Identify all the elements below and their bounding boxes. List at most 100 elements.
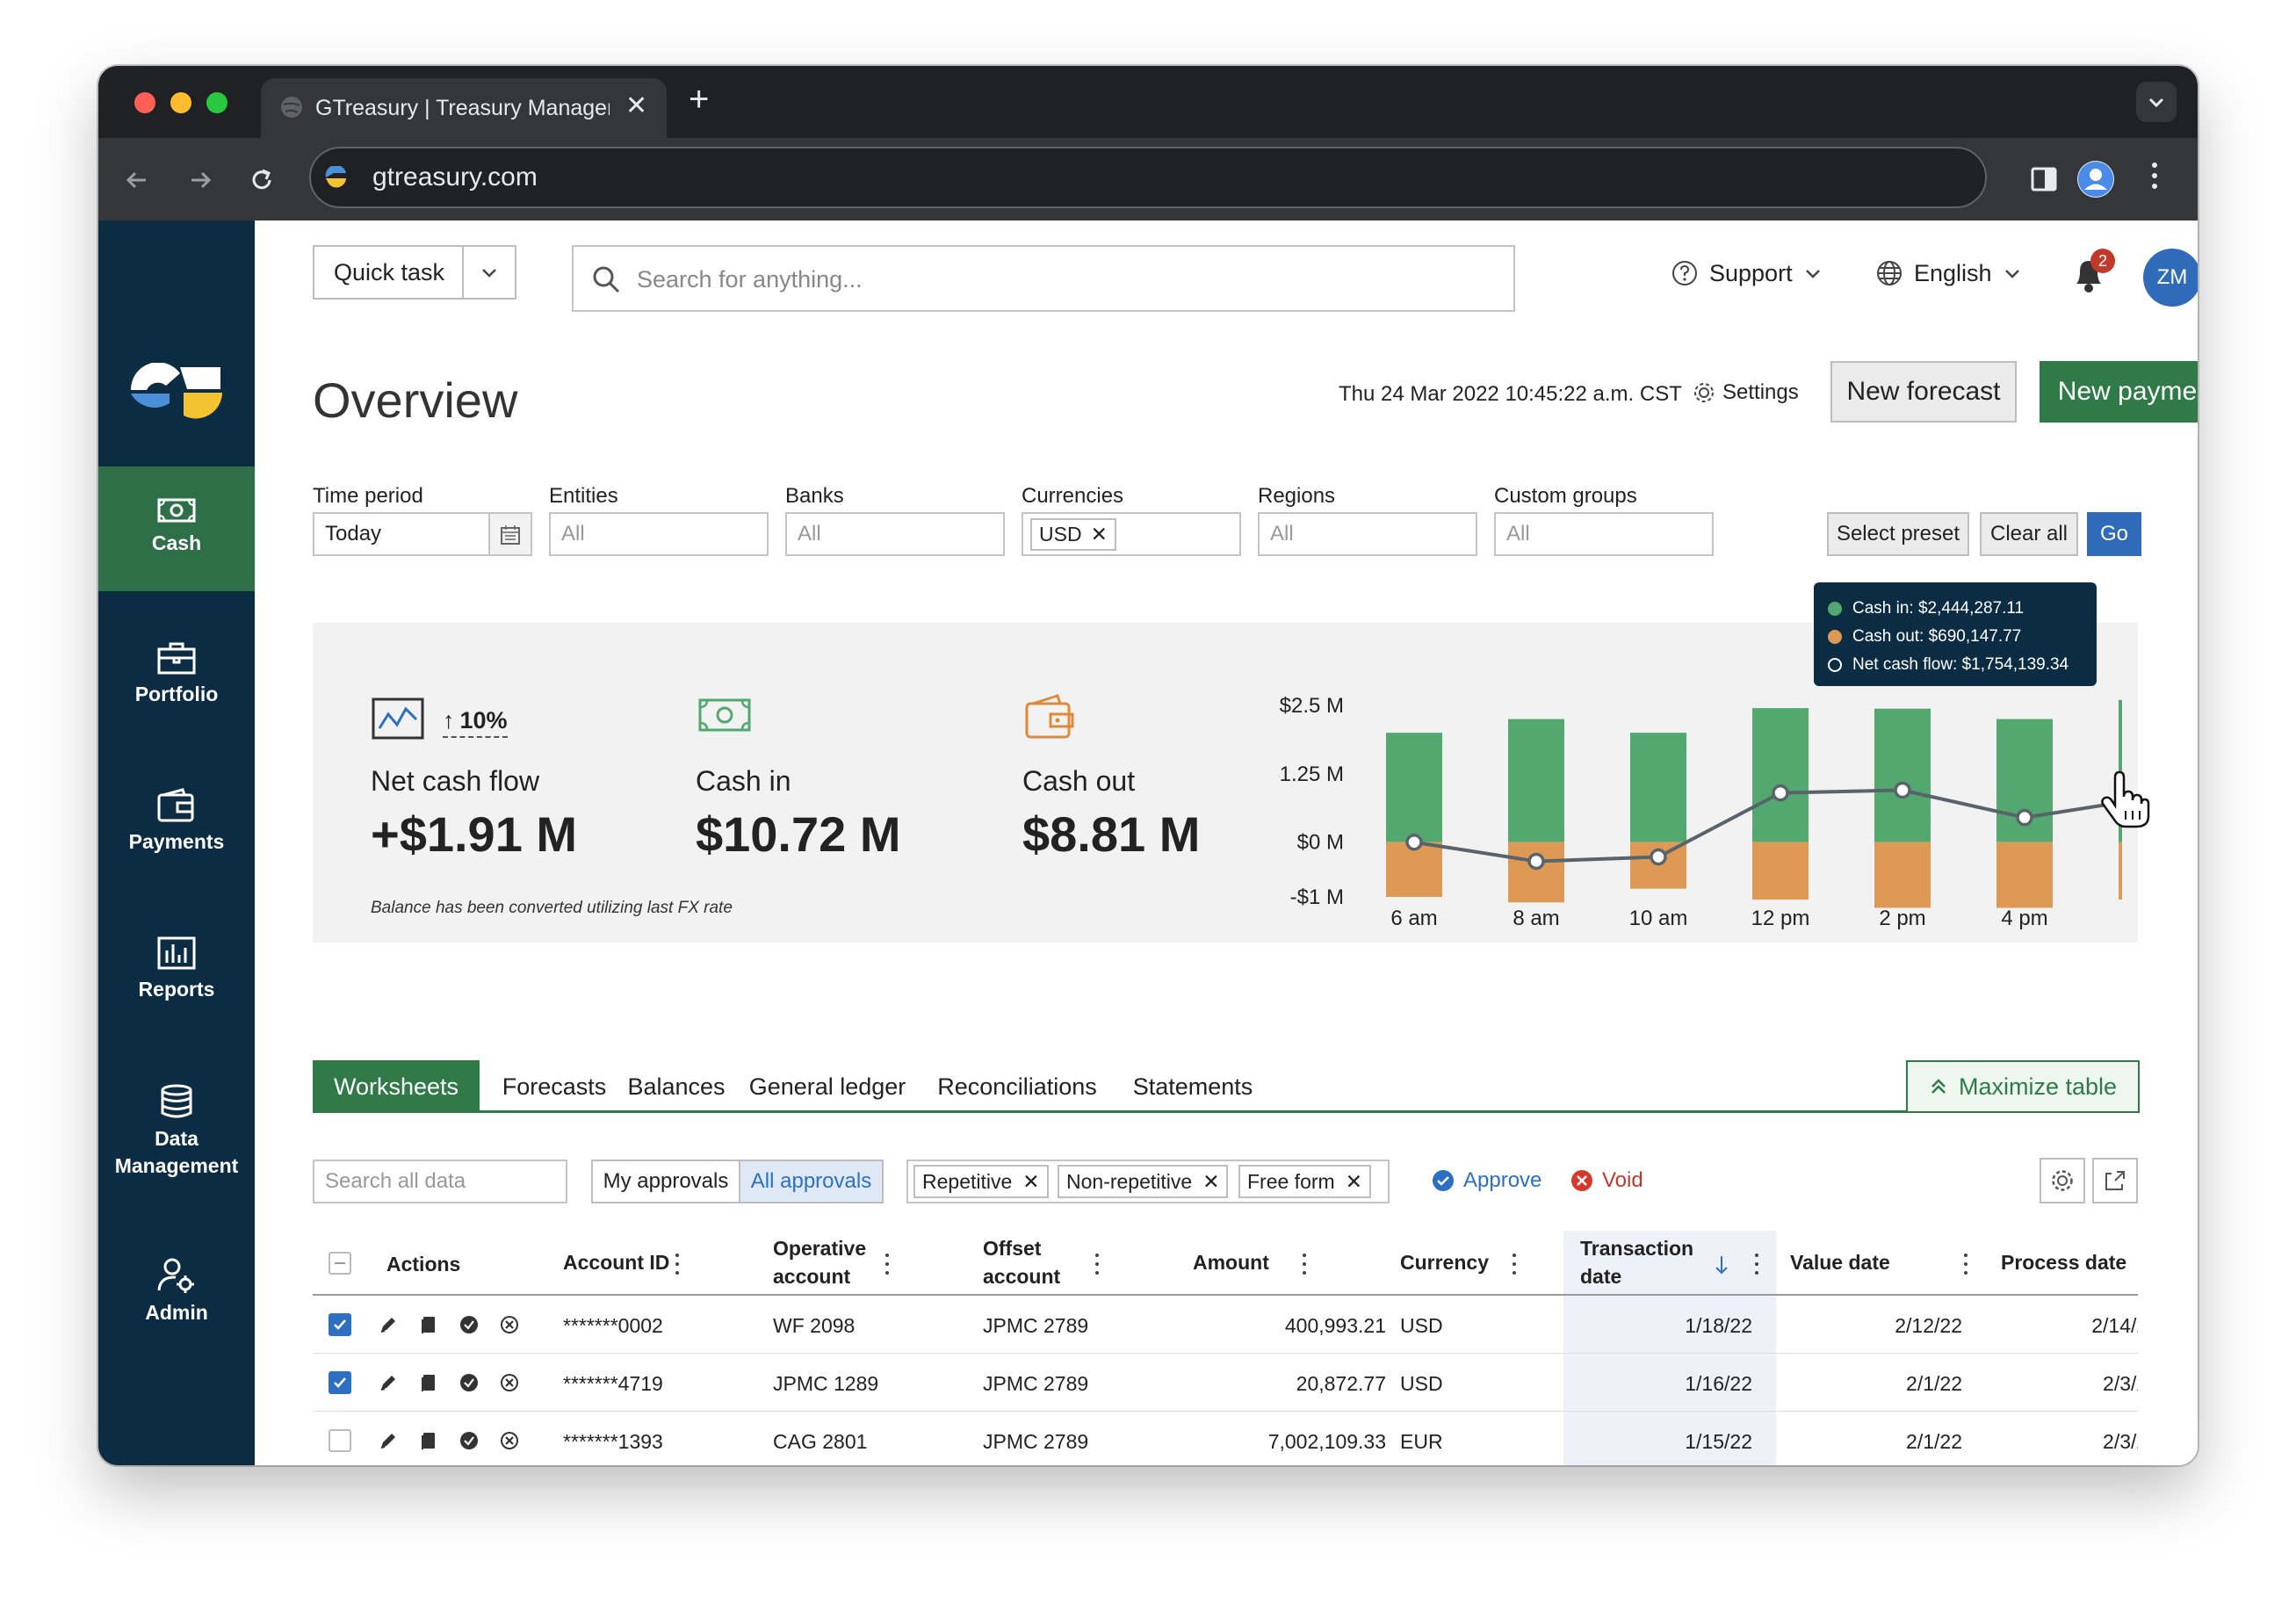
entities-field[interactable]: All [549,512,769,556]
table-row[interactable]: *******1393 CAG 2801 JPMC 2789 7,002,109.33… [313,1412,2138,1465]
sort-desc-icon[interactable] [1713,1254,1730,1276]
col-operative-account[interactable]: Operative account [773,1234,878,1290]
chip-free-form[interactable]: Free form ✕ [1238,1165,1371,1198]
settings-link[interactable]: Settings [1693,380,1799,405]
maximize-table-button[interactable]: Maximize table [1906,1060,2140,1113]
address-bar[interactable]: gtreasury.com [309,147,1987,208]
tab-worksheets[interactable]: Worksheets [313,1060,480,1113]
sidebar-item-data-management[interactable]: Data Management [98,1057,255,1208]
select-all-checkbox[interactable] [329,1252,351,1275]
col-value-date[interactable]: Value date [1790,1248,1890,1276]
net-cash-change-value: 10% [459,707,508,733]
check-circle-icon[interactable] [458,1372,480,1393]
column-menu-icon[interactable] [884,1254,891,1278]
col-process-date[interactable]: Process date [2001,1248,2126,1276]
y-tick-label: $1.25 M [1279,762,1344,786]
tab-statements[interactable]: Statements [1123,1060,1263,1113]
column-menu-icon[interactable] [1511,1254,1518,1278]
tab-balances[interactable]: Balances [620,1060,733,1113]
chip-repetitive[interactable]: Repetitive ✕ [913,1165,1049,1198]
new-payment-button[interactable]: New payment [2040,361,2198,423]
transaction-type-filter[interactable]: Repetitive ✕ Non-repetitive ✕ Free form ✕ [906,1160,1390,1203]
sidebar-item-cash[interactable]: Cash [98,466,255,591]
check-circle-icon[interactable] [458,1430,480,1451]
copy-icon[interactable] [418,1314,439,1335]
quick-task-button[interactable]: Quick task [313,245,464,300]
custom-groups-field[interactable]: All [1494,512,1714,556]
col-transaction-date[interactable]: Transaction date [1580,1234,1703,1290]
table-settings-button[interactable] [2040,1158,2085,1203]
new-forecast-button[interactable]: New forecast [1830,361,2017,423]
approve-button[interactable]: Approve [1432,1168,1541,1193]
calendar-button[interactable] [488,512,532,556]
all-approvals-button[interactable]: All approvals [739,1160,884,1203]
column-menu-icon[interactable] [1301,1254,1308,1278]
column-menu-icon[interactable] [1962,1254,1969,1278]
notifications-button[interactable]: 2 [2069,249,2115,300]
maximize-window-button[interactable] [206,92,227,113]
x-circle-icon[interactable] [499,1430,520,1451]
tab-general-ledger[interactable]: General ledger [741,1060,913,1113]
col-account-id[interactable]: Account ID [563,1248,669,1276]
back-icon[interactable] [123,166,151,194]
currencies-field[interactable]: USD ✕ [1022,512,1241,556]
column-menu-icon[interactable] [1753,1254,1760,1278]
copy-icon[interactable] [418,1430,439,1451]
browser-tab[interactable]: GTreasury | Treasury Manager ✕ [261,78,667,138]
copy-icon[interactable] [418,1372,439,1393]
edit-icon[interactable] [378,1430,399,1451]
tab-reconciliations[interactable]: Reconciliations [928,1060,1107,1113]
time-period-field[interactable]: Today [313,512,490,556]
sidebar-item-admin[interactable]: Admin [98,1231,255,1355]
row-checkbox[interactable] [329,1429,351,1452]
avatar[interactable]: ZM [2143,249,2198,307]
profile-icon[interactable] [2077,161,2114,198]
close-tab-icon[interactable]: ✕ [625,90,647,121]
regions-field[interactable]: All [1258,512,1477,556]
edit-icon[interactable] [378,1314,399,1335]
close-window-button[interactable] [134,92,155,113]
col-offset-account[interactable]: Offset account [983,1234,1071,1290]
x-circle-icon[interactable] [499,1372,520,1393]
select-preset-button[interactable]: Select preset [1827,512,1969,556]
minimize-window-button[interactable] [170,92,191,113]
cell-amount: 20,872.77 [1296,1372,1386,1395]
row-checkbox[interactable] [329,1313,351,1336]
remove-chip-icon[interactable]: ✕ [1202,1170,1219,1194]
new-tab-button[interactable]: + [689,80,709,119]
tab-forecasts[interactable]: Forecasts [497,1060,611,1113]
tab-search-button[interactable] [2136,82,2177,122]
reload-icon[interactable] [248,166,276,194]
language-menu[interactable]: English [1875,259,2022,287]
go-button[interactable]: Go [2087,512,2141,556]
quick-task-dropdown[interactable] [462,245,516,300]
global-search-input[interactable]: Search for anything... [572,245,1515,312]
void-button[interactable]: Void [1570,1168,1643,1193]
browser-menu-icon[interactable] [2152,163,2159,189]
my-approvals-button[interactable]: My approvals [591,1160,740,1203]
remove-chip-icon[interactable]: ✕ [1091,523,1108,546]
sidepanel-icon[interactable] [2029,164,2059,194]
export-button[interactable] [2092,1158,2138,1203]
table-search-input[interactable]: Search all data [313,1160,567,1203]
sidebar-item-portfolio[interactable]: Portfolio [98,614,255,739]
col-amount[interactable]: Amount [1193,1248,1269,1276]
chip-non-repetitive[interactable]: Non-repetitive ✕ [1058,1165,1229,1198]
x-circle-icon[interactable] [499,1314,520,1335]
col-currency[interactable]: Currency [1400,1248,1489,1276]
column-menu-icon[interactable] [674,1254,681,1278]
remove-chip-icon[interactable]: ✕ [1346,1170,1362,1194]
banks-field[interactable]: All [785,512,1005,556]
remove-chip-icon[interactable]: ✕ [1022,1170,1039,1194]
forward-icon[interactable] [186,166,214,194]
table-row[interactable]: *******0002 WF 2098 JPMC 2789 400,993.21 USD… [313,1296,2138,1354]
support-menu[interactable]: Support [1671,259,1823,287]
column-menu-icon[interactable] [1094,1254,1101,1278]
check-circle-icon[interactable] [458,1314,480,1335]
table-row[interactable]: *******4719 JPMC 1289 JPMC 2789 20,872.77 US… [313,1354,2138,1412]
edit-icon[interactable] [378,1372,399,1393]
sidebar-item-payments[interactable]: Payments [98,762,255,886]
row-checkbox[interactable] [329,1371,351,1394]
sidebar-item-reports[interactable]: Reports [98,909,255,1034]
clear-all-button[interactable]: Clear all [1980,512,2078,556]
